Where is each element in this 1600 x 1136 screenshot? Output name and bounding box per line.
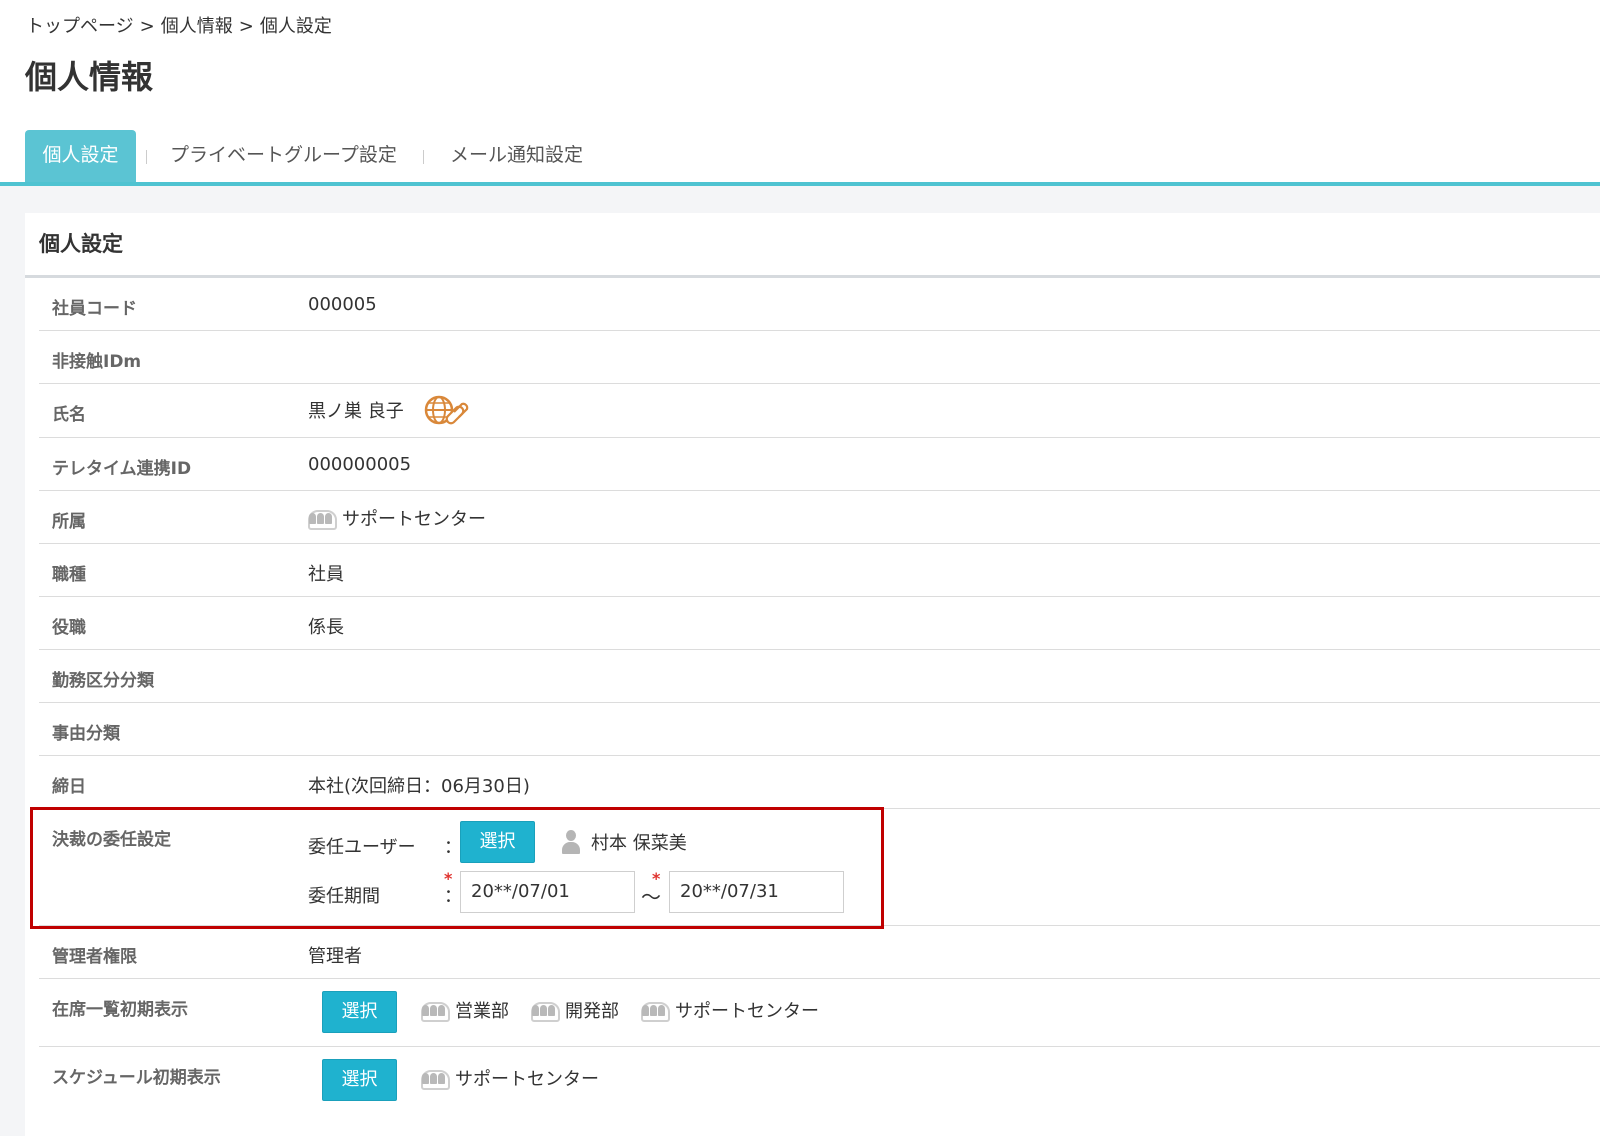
job-type-value: 社員: [308, 564, 344, 585]
presence-group: 開発部: [565, 1001, 619, 1022]
admin-value: 管理者: [308, 946, 362, 967]
breadcrumb-current: 個人設定: [259, 16, 332, 37]
required-mark: *: [652, 869, 661, 888]
field-label: 管理者権限: [52, 947, 137, 967]
panel-title: 個人設定: [25, 213, 1600, 278]
field-label: 所属: [52, 512, 86, 532]
group-icon: [641, 1002, 670, 1022]
employee-code-value: 000005: [308, 294, 377, 315]
row-employee-code: 社員コード 000005: [39, 278, 1600, 331]
group-icon: [308, 510, 337, 530]
tab-private-group-settings[interactable]: プライベートグループ設定: [170, 130, 397, 182]
tab-divider: [423, 150, 424, 164]
delegate-user-label: 委任ユーザー: [308, 837, 416, 858]
schedule-groups: サポートセンター: [421, 1065, 599, 1091]
row-position: 役職 係長: [39, 597, 1600, 650]
settings-table: 社員コード 000005 非接触IDm 氏名 黒ノ巣 良子 テレタイム連携ID …: [39, 278, 1600, 1115]
field-label: 勤務区分分類: [52, 671, 154, 691]
tab-mail-notification-settings[interactable]: メール通知設定: [450, 130, 583, 182]
closing-day-value: 本社(次回締日：06月30日): [308, 776, 530, 797]
teletime-id-value: 000000005: [308, 454, 412, 475]
row-reason-category: 事由分類: [39, 703, 1600, 756]
delegation-period-label: 委任期間: [308, 886, 380, 907]
field-label: 氏名: [52, 405, 86, 425]
row-name: 氏名 黒ノ巣 良子: [39, 384, 1600, 438]
delegate-user-name: 村本 保菜美: [591, 833, 687, 854]
schedule-default-select-button[interactable]: 選択: [322, 1059, 397, 1101]
department-value-wrap: サポートセンター: [308, 505, 486, 531]
field-label: 役職: [52, 618, 86, 638]
presence-group: サポートセンター: [675, 1001, 819, 1022]
row-closing-day: 締日 本社(次回締日：06月30日): [39, 756, 1600, 809]
name-value-wrap: 黒ノ巣 良子: [308, 394, 470, 426]
row-admin: 管理者権限 管理者: [39, 926, 1600, 979]
tab-divider: [146, 150, 147, 164]
globe-link-icon[interactable]: [424, 394, 470, 426]
personal-settings-panel: 個人設定 社員コード 000005 非接触IDm 氏名 黒ノ巣 良子 テレタイム…: [25, 213, 1600, 1136]
breadcrumb-separator: >: [238, 16, 254, 37]
field-label: 在席一覧初期表示: [52, 1000, 188, 1020]
field-label: スケジュール初期表示: [52, 1068, 221, 1088]
presence-groups: 営業部 開発部 サポートセンター: [421, 997, 819, 1023]
group-icon: [421, 1070, 450, 1090]
position-value: 係長: [308, 617, 344, 638]
row-idm: 非接触IDm: [39, 331, 1600, 384]
tab-personal-settings[interactable]: 個人設定: [25, 130, 136, 182]
delegation-end-date-input[interactable]: 20**/07/31: [669, 871, 844, 913]
page-title: 個人情報: [25, 58, 154, 96]
row-teletime-id: テレタイム連携ID 000000005: [39, 438, 1600, 491]
row-presence-default: 在席一覧初期表示 選択 営業部 開発部 サポートセンター: [39, 979, 1600, 1047]
breadcrumb: トップページ > 個人情報 > 個人設定: [26, 12, 332, 38]
field-label: 職種: [52, 565, 86, 585]
field-label: 決裁の委任設定: [52, 830, 171, 850]
field-label: 締日: [52, 777, 86, 797]
field-label: 社員コード: [52, 299, 137, 319]
user-icon: [561, 830, 581, 854]
row-job-type: 職種 社員: [39, 544, 1600, 597]
row-schedule-default: スケジュール初期表示 選択 サポートセンター: [39, 1047, 1600, 1115]
delegate-user-wrap: 村本 保菜美: [561, 829, 687, 855]
field-label: 非接触IDm: [52, 352, 142, 372]
row-delegation: 決裁の委任設定 委任ユーザー ： 選択 村本 保菜美 委任期間 * ： 20**…: [39, 809, 1600, 926]
tab-bar: 個人設定 プライベートグループ設定 メール通知設定: [0, 130, 1600, 186]
presence-group: 営業部: [455, 1001, 509, 1022]
group-icon: [421, 1002, 450, 1022]
delegate-user-select-button[interactable]: 選択: [460, 821, 535, 863]
name-value: 黒ノ巣 良子: [308, 401, 404, 422]
row-department: 所属 サポートセンター: [39, 491, 1600, 544]
breadcrumb-link-top[interactable]: トップページ: [26, 16, 134, 37]
group-icon: [531, 1002, 560, 1022]
row-work-category: 勤務区分分類: [39, 650, 1600, 703]
field-label: テレタイム連携ID: [52, 459, 192, 479]
schedule-group: サポートセンター: [455, 1069, 599, 1090]
field-label: 事由分類: [52, 724, 120, 744]
breadcrumb-separator: >: [139, 16, 155, 37]
breadcrumb-link-personal-info[interactable]: 個人情報: [161, 16, 233, 37]
department-value: サポートセンター: [342, 509, 486, 530]
presence-default-select-button[interactable]: 選択: [322, 991, 397, 1033]
delegation-start-date-input[interactable]: 20**/07/01: [460, 871, 635, 913]
